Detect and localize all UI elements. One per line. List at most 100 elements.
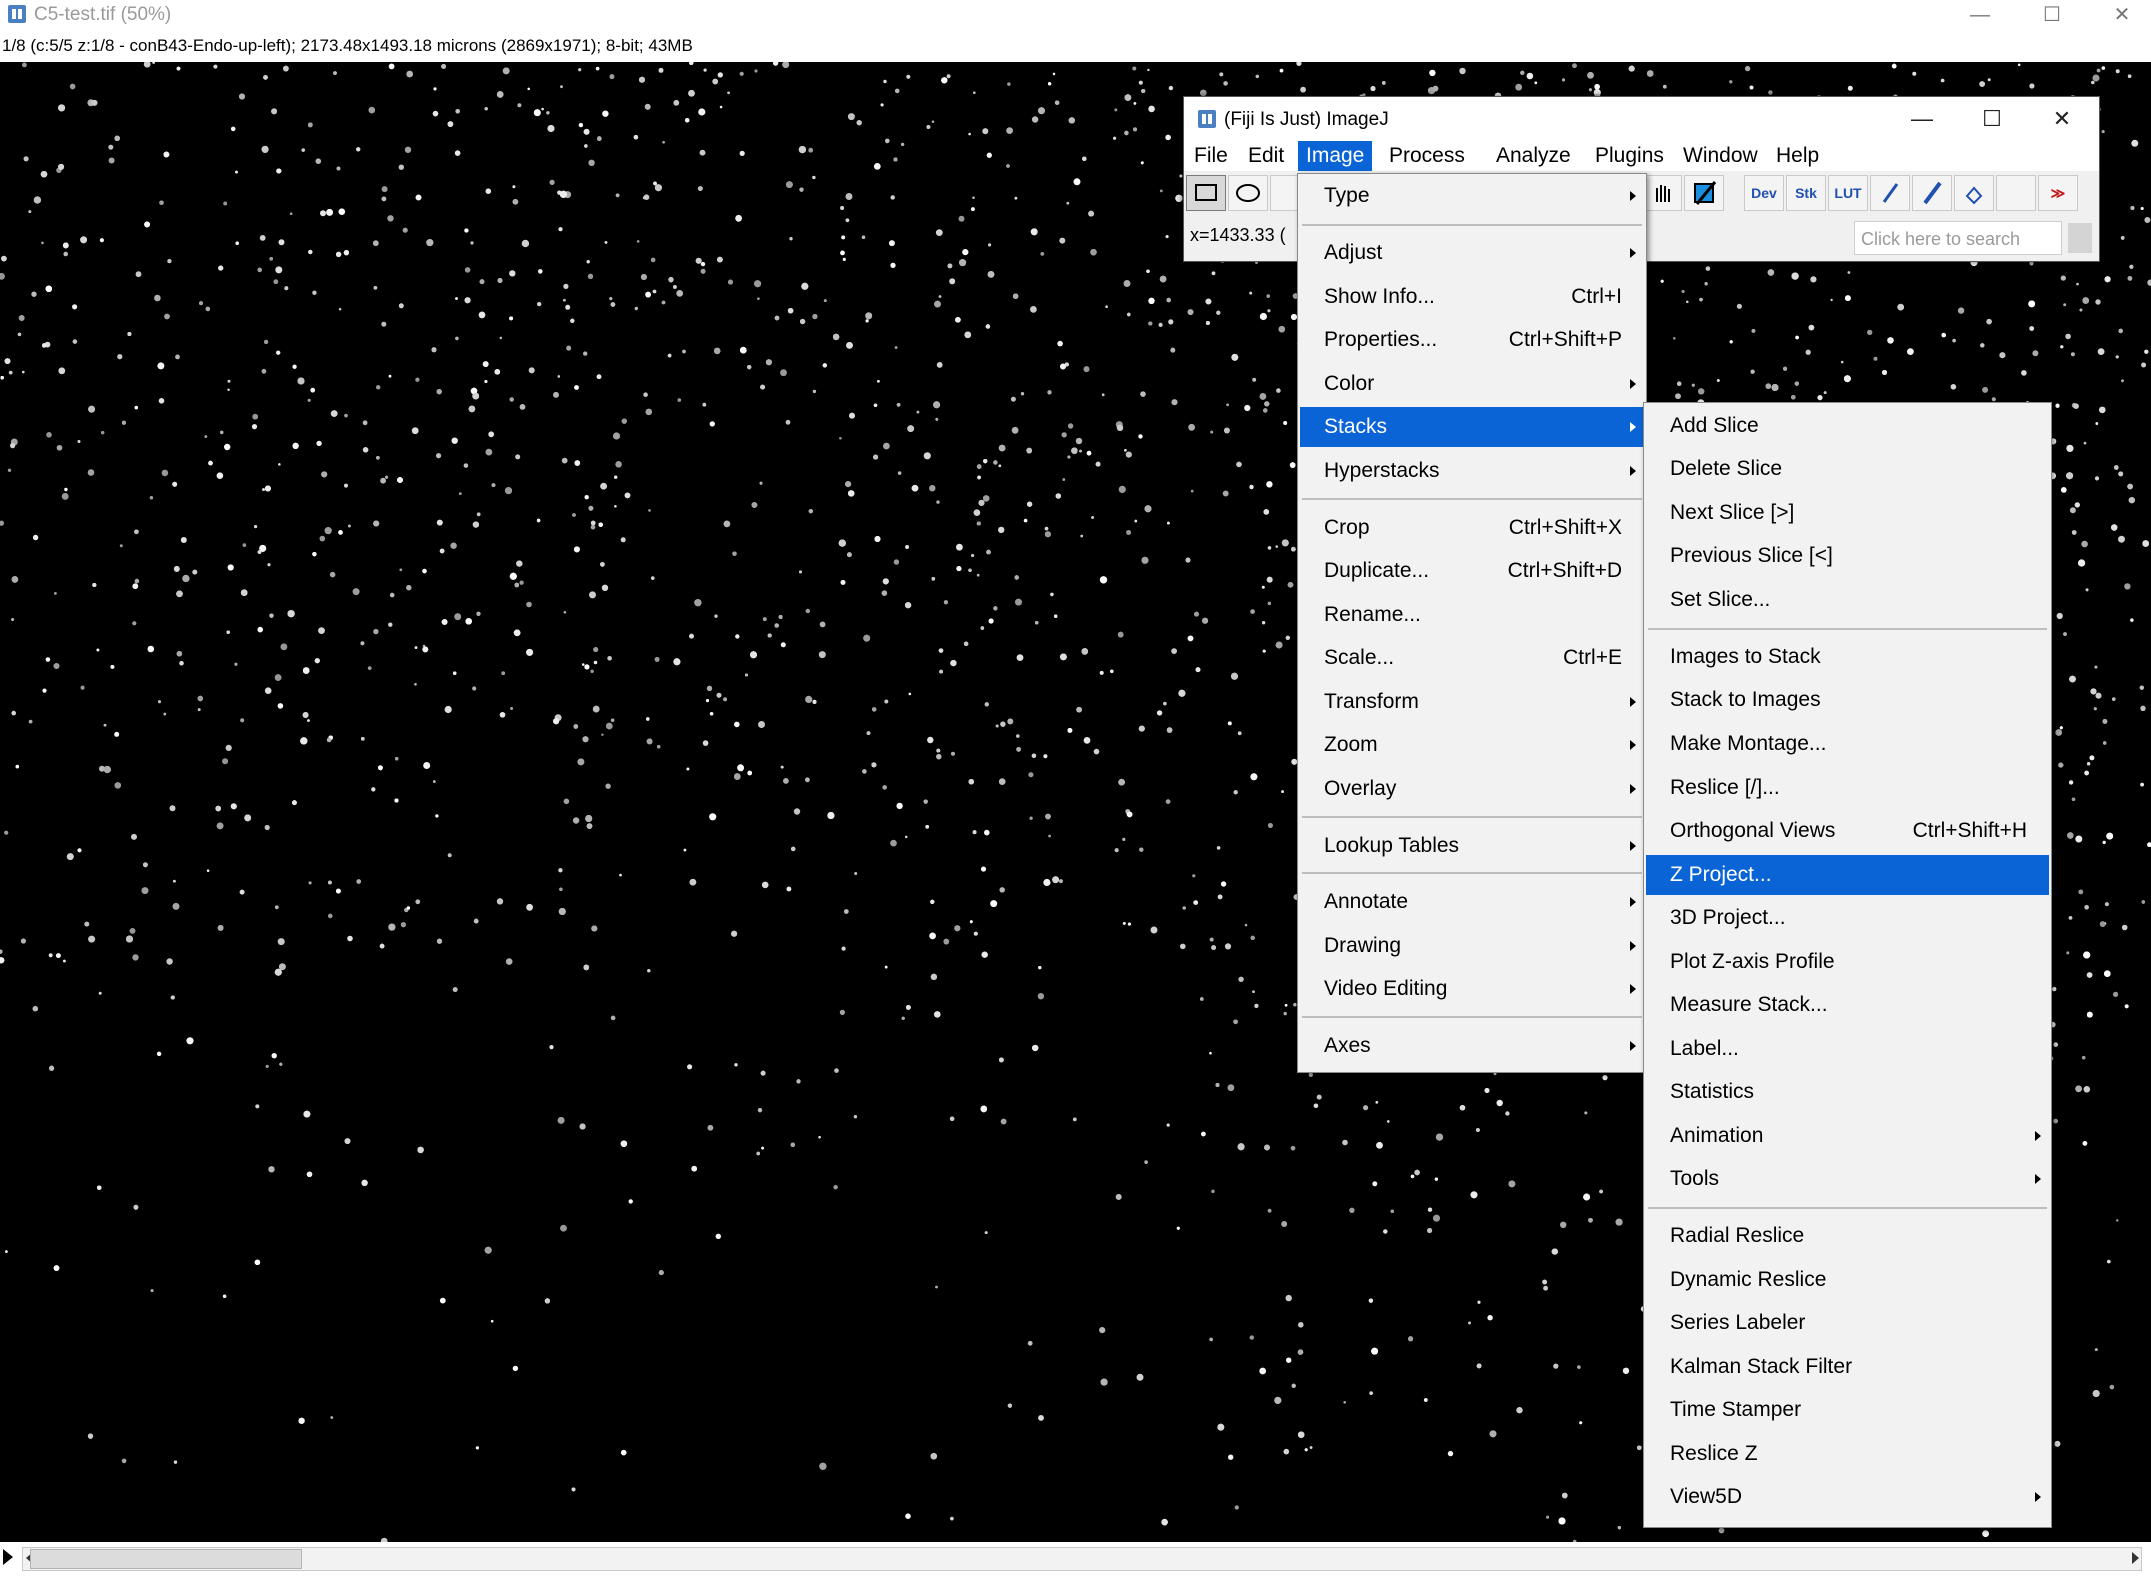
image-menu-item-annotate[interactable]: Annotate <box>1300 882 1644 922</box>
stacks-menu-item-series-labeler[interactable]: Series Labeler <box>1646 1303 2049 1343</box>
imagej-app-icon <box>8 5 26 23</box>
image-menu-item-label: Adjust <box>1324 241 1383 264</box>
image-menu-item-drawing[interactable]: Drawing <box>1300 926 1644 966</box>
stacks-menu-item-3d-project[interactable]: 3D Project... <box>1646 898 2049 938</box>
image-menu-item-transform[interactable]: Transform <box>1300 682 1644 722</box>
image-menu-item-label: Zoom <box>1324 733 1378 756</box>
stacks-menu-item-make-montage[interactable]: Make Montage... <box>1646 724 2049 764</box>
search-field[interactable]: Click here to search <box>1854 221 2062 255</box>
developer-menu-button[interactable]: Dev <box>1744 175 1784 211</box>
stacks-menu-item-label[interactable]: Label... <box>1646 1029 2049 1069</box>
stacks-menu-item-label: Add Slice <box>1670 414 1759 437</box>
image-menu-item-lookup-tables[interactable]: Lookup Tables <box>1300 826 1644 866</box>
pencil-tool-icon[interactable] <box>1870 175 1910 211</box>
image-menu-item-axes[interactable]: Axes <box>1300 1026 1644 1066</box>
stacks-menu-item-time-stamper[interactable]: Time Stamper <box>1646 1390 2049 1430</box>
stacks-menu-item-dynamic-reslice[interactable]: Dynamic Reslice <box>1646 1260 2049 1300</box>
stacks-menu-item-delete-slice[interactable]: Delete Slice <box>1646 449 2049 489</box>
image-window-title: C5-test.tif (50%) <box>34 4 172 25</box>
stacks-menu-item-radial-reslice[interactable]: Radial Reslice <box>1646 1216 2049 1256</box>
hand-tool-icon[interactable] <box>1642 175 1682 211</box>
close-button[interactable]: ✕ <box>2092 0 2151 30</box>
stacks-menu-item-label: 3D Project... <box>1670 906 1786 929</box>
menu-file[interactable]: File <box>1186 141 1236 171</box>
search-options-button[interactable] <box>2068 223 2092 253</box>
image-menu-item-properties[interactable]: Properties... Ctrl+Shift+P <box>1300 320 1644 360</box>
stacks-menu-item-add-slice[interactable]: Add Slice <box>1646 406 2049 446</box>
stacks-menu-item-tools[interactable]: Tools <box>1646 1159 2049 1199</box>
image-menu-item-label: Transform <box>1324 690 1419 713</box>
stacks-menu-item-statistics[interactable]: Statistics <box>1646 1072 2049 1112</box>
stacks-menu-item-orthogonal-views[interactable]: Orthogonal Views Ctrl+Shift+H <box>1646 811 2049 851</box>
stacks-menu-item-plot-z-axis-profile[interactable]: Plot Z-axis Profile <box>1646 942 2049 982</box>
stacks-menu-item-label: Radial Reslice <box>1670 1224 1805 1247</box>
menu-plugins[interactable]: Plugins <box>1587 141 1672 171</box>
menu-edit[interactable]: Edit <box>1240 141 1292 171</box>
fiji-minimize-button[interactable]: — <box>1887 97 1957 141</box>
submenu-arrow-icon <box>1630 897 1636 907</box>
maximize-button[interactable]: ☐ <box>2022 0 2082 30</box>
stacks-menu-item-reslice[interactable]: Reslice [/]... <box>1646 768 2049 808</box>
menu-image[interactable]: Image <box>1298 141 1373 171</box>
more-tools-button[interactable]: ≫ <box>2038 175 2078 211</box>
stacks-menu-item-stack-to-images[interactable]: Stack to Images <box>1646 680 2049 720</box>
stack-tools-button[interactable]: Stk <box>1786 175 1826 211</box>
scrollbar-thumb[interactable] <box>30 1549 302 1569</box>
image-menu-item-overlay[interactable]: Overlay <box>1300 769 1644 809</box>
fiji-titlebar[interactable]: (Fiji Is Just) ImageJ — ☐ ✕ <box>1184 97 2099 141</box>
image-menu-item-duplicate[interactable]: Duplicate... Ctrl+Shift+D <box>1300 551 1644 591</box>
scroll-right-icon[interactable] <box>2132 1552 2139 1564</box>
oval-tool-icon[interactable] <box>1228 175 1268 211</box>
image-menu-item-zoom[interactable]: Zoom <box>1300 725 1644 765</box>
image-menu-item-stacks[interactable]: Stacks <box>1300 407 1644 447</box>
menu-process[interactable]: Process <box>1381 141 1473 171</box>
rectangle-tool-icon[interactable] <box>1186 175 1226 211</box>
stacks-menu-item-reslice-z[interactable]: Reslice Z <box>1646 1434 2049 1474</box>
minimize-button[interactable]: — <box>1950 0 2010 30</box>
image-menu-item-shortcut: Ctrl+Shift+D <box>1507 559 1622 582</box>
image-menu-item-hyperstacks[interactable]: Hyperstacks <box>1300 451 1644 491</box>
empty-tool-slot[interactable] <box>1996 175 2036 211</box>
slice-scrollbar[interactable] <box>22 1547 2142 1571</box>
image-window-titlebar[interactable]: C5-test.tif (50%) — ☐ ✕ <box>0 0 2151 30</box>
brush-tool-icon[interactable] <box>1912 175 1952 211</box>
stacks-menu-item-previous-slice[interactable]: Previous Slice [<] <box>1646 536 2049 576</box>
stacks-menu-item-set-slice[interactable]: Set Slice... <box>1646 580 2049 620</box>
menu-separator <box>1648 628 2047 630</box>
lut-menu-button[interactable]: LUT <box>1828 175 1868 211</box>
stacks-menu-item-label: Plot Z-axis Profile <box>1670 950 1835 973</box>
image-menu-item-rename[interactable]: Rename... <box>1300 595 1644 635</box>
stacks-menu-item-animation[interactable]: Animation <box>1646 1116 2049 1156</box>
submenu-arrow-icon <box>1630 466 1636 476</box>
menu-help[interactable]: Help <box>1768 141 1827 171</box>
stacks-menu-item-label: Reslice Z <box>1670 1442 1758 1465</box>
image-menu-item-video-editing[interactable]: Video Editing <box>1300 969 1644 1009</box>
image-menu-item-shortcut: Ctrl+Shift+X <box>1508 516 1622 539</box>
image-menu-item-label: Hyperstacks <box>1324 459 1440 482</box>
play-animation-icon[interactable] <box>3 1549 13 1565</box>
stacks-menu-item-label: Measure Stack... <box>1670 993 1828 1016</box>
stacks-menu-item-z-project[interactable]: Z Project... <box>1646 855 2049 895</box>
menu-separator <box>1648 1207 2047 1209</box>
image-menu-item-color[interactable]: Color <box>1300 364 1644 404</box>
image-menu-item-show-info[interactable]: Show Info... Ctrl+I <box>1300 277 1644 317</box>
image-menu-item-adjust[interactable]: Adjust <box>1300 233 1644 273</box>
menu-separator <box>1302 816 1642 818</box>
stacks-menu-item-images-to-stack[interactable]: Images to Stack <box>1646 637 2049 677</box>
stacks-menu-item-next-slice[interactable]: Next Slice [>] <box>1646 493 2049 533</box>
image-menu-item-scale[interactable]: Scale... Ctrl+E <box>1300 638 1644 678</box>
stacks-menu-item-kalman-stack-filter[interactable]: Kalman Stack Filter <box>1646 1347 2049 1387</box>
flood-fill-tool-icon[interactable] <box>1954 175 1994 211</box>
image-menu-item-label: Duplicate... <box>1324 559 1430 582</box>
fiji-close-button[interactable]: ✕ <box>2027 97 2097 141</box>
color-picker-icon[interactable] <box>1684 175 1724 211</box>
stacks-menu-item-view5d[interactable]: View5D <box>1646 1477 2049 1517</box>
image-menu-item-label: Scale... <box>1324 646 1395 669</box>
image-menu-item-crop[interactable]: Crop Ctrl+Shift+X <box>1300 508 1644 548</box>
menu-analyze[interactable]: Analyze <box>1488 141 1579 171</box>
menu-window[interactable]: Window <box>1675 141 1766 171</box>
cursor-coordinates: x=1433.33 ( <box>1190 225 1286 245</box>
stacks-menu-item-measure-stack[interactable]: Measure Stack... <box>1646 985 2049 1025</box>
fiji-maximize-button[interactable]: ☐ <box>1957 97 2027 141</box>
image-menu-item-type[interactable]: Type <box>1300 176 1644 216</box>
